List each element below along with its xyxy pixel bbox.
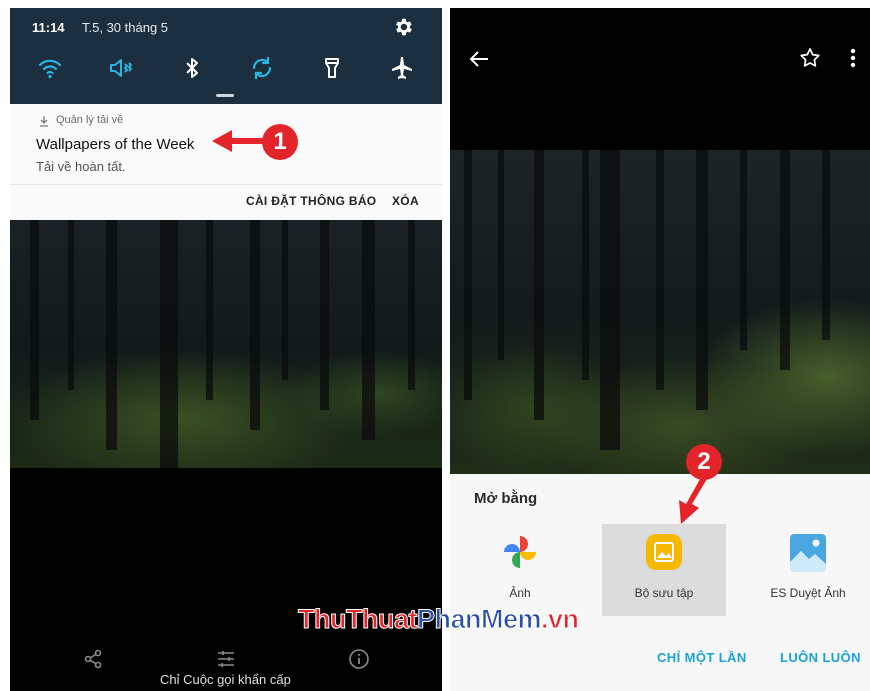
lockscreen-bottom-bar: Chỉ Cuộc gọi khẩn cấp xyxy=(10,648,442,691)
notification-subtitle: Tải về hoàn tất. xyxy=(36,159,126,174)
download-notification[interactable]: Quản lý tải về Wallpapers of the Week Tả… xyxy=(10,104,442,220)
notification-shade: 11:14 T.5, 30 tháng 5 xyxy=(10,8,442,104)
step-marker-1: 1 xyxy=(262,124,298,160)
app-option-photos[interactable]: Ảnh xyxy=(458,524,582,616)
notification-app-name: Quản lý tải về xyxy=(56,114,124,126)
watermark-logo: ThuThuatPhanMem.vn xyxy=(298,604,580,635)
info-icon[interactable] xyxy=(348,648,370,670)
star-icon[interactable] xyxy=(798,46,822,70)
open-with-sheet: Mở bằng Ảnh Bộ sưu tập ES Duyệt Ảnh CHỈ … xyxy=(450,474,870,691)
sound-icon[interactable] xyxy=(107,54,135,82)
notification-settings-button[interactable]: CÀI ĐẶT THÔNG BÁO xyxy=(246,194,376,208)
gear-icon[interactable] xyxy=(392,16,414,38)
wallpaper-image xyxy=(450,150,870,474)
app-label-es-gallery: ES Duyệt Ảnh xyxy=(770,586,846,600)
sync-icon[interactable] xyxy=(248,54,276,82)
wifi-icon[interactable] xyxy=(36,54,64,82)
bluetooth-icon[interactable] xyxy=(178,54,206,82)
app-label-gallery: Bộ sưu tập xyxy=(634,586,694,600)
notification-clear-button[interactable]: XÓA xyxy=(392,194,419,208)
es-gallery-icon xyxy=(790,534,826,572)
sheet-title: Mở bằng xyxy=(474,490,538,507)
equalizer-icon[interactable] xyxy=(215,648,237,670)
airplane-icon[interactable] xyxy=(388,54,416,82)
emergency-call-text[interactable]: Chỉ Cuộc gọi khẩn cấp xyxy=(160,672,291,687)
notification-title: Wallpapers of the Week xyxy=(36,136,195,153)
status-time: 11:14 xyxy=(32,20,65,35)
divider xyxy=(10,184,442,185)
app-option-gallery[interactable]: Bộ sưu tập xyxy=(602,524,726,616)
app-option-es-gallery[interactable]: ES Duyệt Ảnh xyxy=(746,524,870,616)
left-phone-screen: 11:14 T.5, 30 tháng 5 Quản lý tải về Wal… xyxy=(10,8,442,691)
wallpaper-preview xyxy=(10,220,442,468)
always-button[interactable]: LUÔN LUÔN xyxy=(780,650,861,665)
quick-settings-row xyxy=(10,54,442,84)
download-icon xyxy=(40,116,48,127)
drag-handle[interactable] xyxy=(216,94,234,97)
back-arrow-icon[interactable] xyxy=(468,48,490,70)
gallery-icon xyxy=(646,534,682,570)
right-phone-screen: Mở bằng Ảnh Bộ sưu tập ES Duyệt Ảnh CHỈ … xyxy=(450,8,870,691)
share-icon[interactable] xyxy=(82,648,104,670)
google-photos-icon xyxy=(504,536,536,568)
just-once-button[interactable]: CHỈ MỘT LẦN xyxy=(657,650,747,665)
flashlight-icon[interactable] xyxy=(318,54,346,82)
arrow-left-icon xyxy=(212,130,268,152)
status-date: T.5, 30 tháng 5 xyxy=(82,20,169,35)
arrow-down-icon xyxy=(679,472,708,524)
more-vert-icon[interactable] xyxy=(850,48,856,68)
app-label-photos: Ảnh xyxy=(509,586,531,600)
